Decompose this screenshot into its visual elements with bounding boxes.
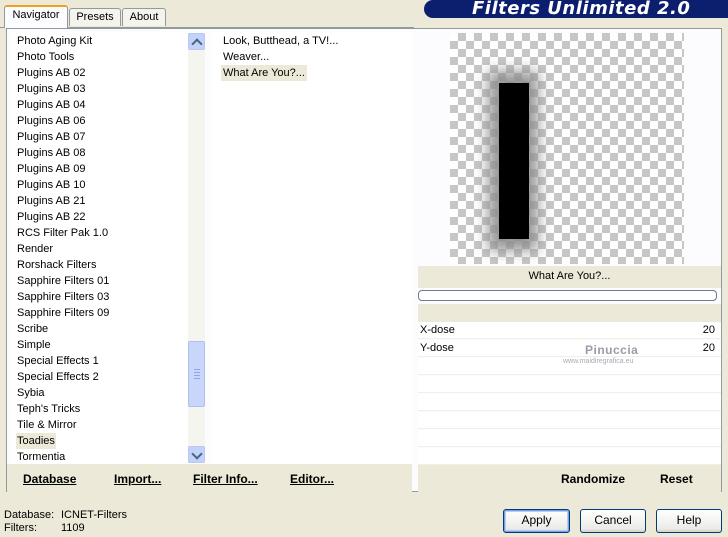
param-row [418, 448, 721, 465]
tab-strip: Navigator Presets About [0, 0, 420, 28]
filters-value: 1109 [61, 522, 85, 534]
category-item[interactable]: Tile & Mirror [16, 417, 77, 433]
param-row [418, 376, 721, 393]
tab-navigator[interactable]: Navigator [4, 5, 68, 28]
category-item[interactable]: Special Effects 1 [16, 353, 100, 369]
watermark-title: Pinuccia [585, 343, 639, 357]
filter-item[interactable]: What Are You?... [221, 65, 307, 81]
category-list[interactable]: Photo Aging Kit Photo Tools Plugins AB 02 P… [11, 32, 204, 464]
preview-shape [499, 83, 529, 239]
category-item[interactable]: Plugins AB 08 [16, 145, 87, 161]
tab-presets[interactable]: Presets [69, 8, 121, 26]
category-item[interactable]: Sapphire Filters 01 [16, 273, 110, 289]
param-label: Y-dose [420, 342, 454, 354]
category-item[interactable]: Sapphire Filters 09 [16, 305, 110, 321]
category-item[interactable]: Plugins AB 03 [16, 81, 87, 97]
param-row [418, 394, 721, 411]
app-banner: Filters Unlimited 2.0 [424, 0, 728, 18]
apply-button[interactable]: Apply [503, 509, 570, 533]
filter-item[interactable]: Weaver... [221, 49, 271, 65]
banner-title: Filters Unlimited 2.0 [472, 0, 691, 18]
param-row[interactable]: Y-dose 20 [418, 340, 721, 357]
filters-label: Filters: [4, 522, 37, 534]
category-item[interactable]: Plugins AB 06 [16, 113, 87, 129]
category-item[interactable]: Special Effects 2 [16, 369, 100, 385]
filter-info-button[interactable]: Filter Info... [193, 472, 258, 486]
grip-icon [194, 369, 200, 379]
scroll-down-button[interactable] [188, 446, 205, 463]
category-item[interactable]: Plugins AB 22 [16, 209, 87, 225]
category-item[interactable]: Sybia [16, 385, 46, 401]
scroll-thumb[interactable] [188, 341, 205, 407]
category-item[interactable]: Scribe [16, 321, 49, 337]
category-item[interactable]: Toadies [16, 433, 56, 449]
preview-image [450, 33, 684, 264]
database-button[interactable]: Database [23, 472, 76, 486]
list-actions-bar: Database Import... Filter Info... Editor… [7, 464, 412, 492]
category-item[interactable]: Plugins AB 21 [16, 193, 87, 209]
filter-actions-bar: Randomize Reset [418, 464, 721, 492]
param-value[interactable]: 20 [703, 342, 715, 354]
reset-button[interactable]: Reset [660, 472, 693, 486]
category-item[interactable]: Plugins AB 04 [16, 97, 87, 113]
editor-button[interactable]: Editor... [290, 472, 334, 486]
param-value[interactable]: 20 [703, 324, 715, 336]
category-item[interactable]: Plugins AB 07 [16, 129, 87, 145]
param-row[interactable]: X-dose 20 [418, 322, 721, 339]
category-item[interactable]: Tormentia [16, 449, 66, 464]
category-item[interactable]: Rorshack Filters [16, 257, 97, 273]
category-scrollbar[interactable] [188, 33, 205, 463]
category-item[interactable]: Teph's Tricks [16, 401, 81, 417]
database-value: ICNET-Filters [61, 509, 127, 521]
filter-list[interactable]: Look, Butthead, a TV!... Weaver... What Ar… [212, 32, 412, 464]
filter-title: What Are You?... [528, 270, 611, 282]
category-item[interactable]: Render [16, 241, 54, 257]
category-item[interactable]: RCS Filter Pak 1.0 [16, 225, 109, 241]
category-item[interactable]: Plugins AB 10 [16, 177, 87, 193]
import-button[interactable]: Import... [114, 472, 161, 486]
database-label: Database: [4, 509, 55, 521]
watermark-subtitle: www.maidiregrafica.eu [563, 358, 634, 365]
scroll-up-button[interactable] [188, 33, 205, 50]
help-button[interactable]: Help [656, 509, 722, 533]
cancel-button[interactable]: Cancel [580, 509, 646, 533]
category-item[interactable]: Plugins AB 02 [16, 65, 87, 81]
category-item[interactable]: Sapphire Filters 03 [16, 289, 110, 305]
progress-bar [418, 290, 717, 301]
category-item[interactable]: Photo Tools [16, 49, 75, 65]
tab-about[interactable]: About [122, 8, 166, 26]
filter-title-bar: What Are You?... [418, 266, 721, 288]
category-item[interactable]: Plugins AB 09 [16, 161, 87, 177]
param-label: X-dose [420, 324, 455, 336]
filter-item[interactable]: Look, Butthead, a TV!... [221, 33, 340, 49]
param-row [418, 430, 721, 447]
param-row [418, 412, 721, 429]
param-header [418, 304, 721, 322]
category-item[interactable]: Simple [16, 337, 52, 353]
randomize-button[interactable]: Randomize [561, 472, 625, 486]
category-item[interactable]: Photo Aging Kit [16, 33, 93, 49]
